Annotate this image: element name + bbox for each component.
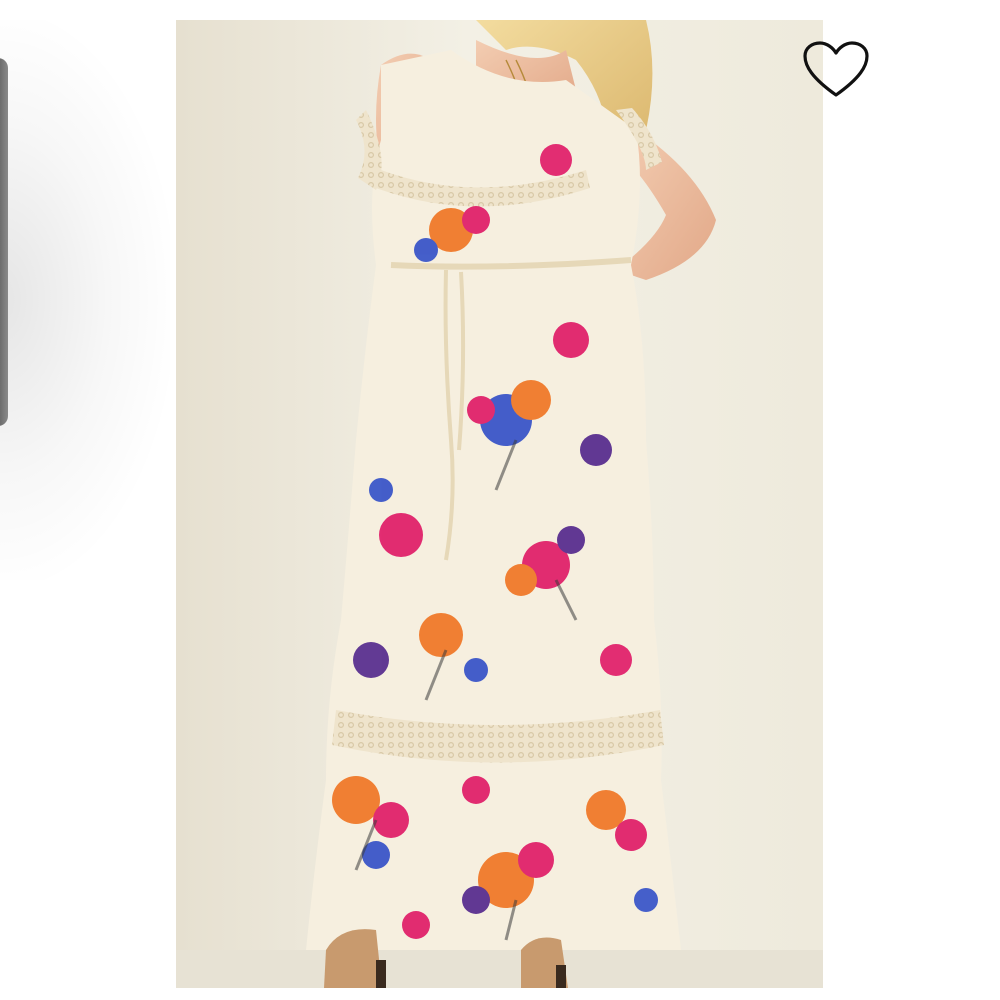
previous-gallery-image[interactable] — [0, 58, 8, 426]
previous-image-shadow — [0, 20, 170, 580]
product-gallery-screen — [0, 0, 1000, 1000]
heart-outline-icon — [803, 41, 869, 97]
floor-strip — [176, 950, 823, 988]
dress-photo-illustration — [176, 20, 823, 988]
product-photo[interactable] — [176, 20, 823, 988]
favorite-button[interactable] — [800, 38, 872, 102]
